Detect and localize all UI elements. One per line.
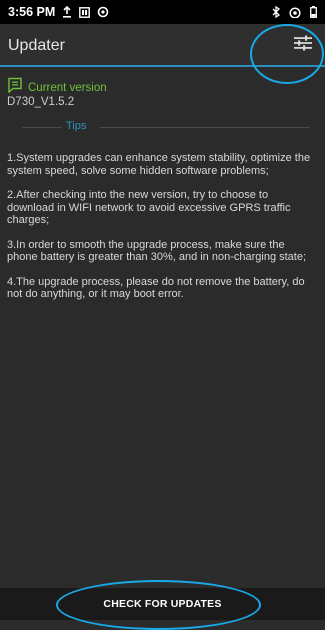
- tips-list: 1.System upgrades can enhance system sta…: [7, 152, 315, 313]
- settings-button[interactable]: [289, 31, 317, 59]
- tips-divider-right: [100, 127, 310, 128]
- version-flag-icon: [7, 77, 23, 98]
- tip-item: 1.System upgrades can enhance system sta…: [7, 152, 311, 177]
- current-version-row: Current version: [7, 77, 107, 98]
- status-bar: 3:56 PM: [0, 0, 325, 24]
- tips-heading: Tips: [66, 120, 87, 132]
- upload-icon: [62, 6, 72, 18]
- app-bar: Updater: [0, 24, 325, 67]
- tip-item: 2.After checking into the new version, t…: [7, 189, 291, 226]
- battery-icon: [310, 6, 317, 18]
- data-saver-icon: [97, 6, 109, 18]
- sim-card-icon: [79, 6, 91, 18]
- tip-item: 3.In order to smooth the upgrade process…: [7, 238, 307, 264]
- bluetooth-icon: [272, 6, 280, 18]
- check-for-updates-label: CHECK FOR UPDATES: [103, 598, 222, 610]
- page-title: Updater: [8, 37, 65, 54]
- current-version-value: D730_V1.5.2: [7, 96, 75, 108]
- wifi-icon: [289, 6, 301, 18]
- tips-divider-left: [22, 127, 62, 128]
- tip-item: 4.The upgrade process, please do not rem…: [7, 275, 305, 301]
- tune-settings-icon: [294, 35, 312, 56]
- check-for-updates-button[interactable]: CHECK FOR UPDATES: [0, 588, 325, 620]
- status-time: 3:56 PM: [8, 5, 56, 19]
- current-version-label: Current version: [28, 81, 107, 94]
